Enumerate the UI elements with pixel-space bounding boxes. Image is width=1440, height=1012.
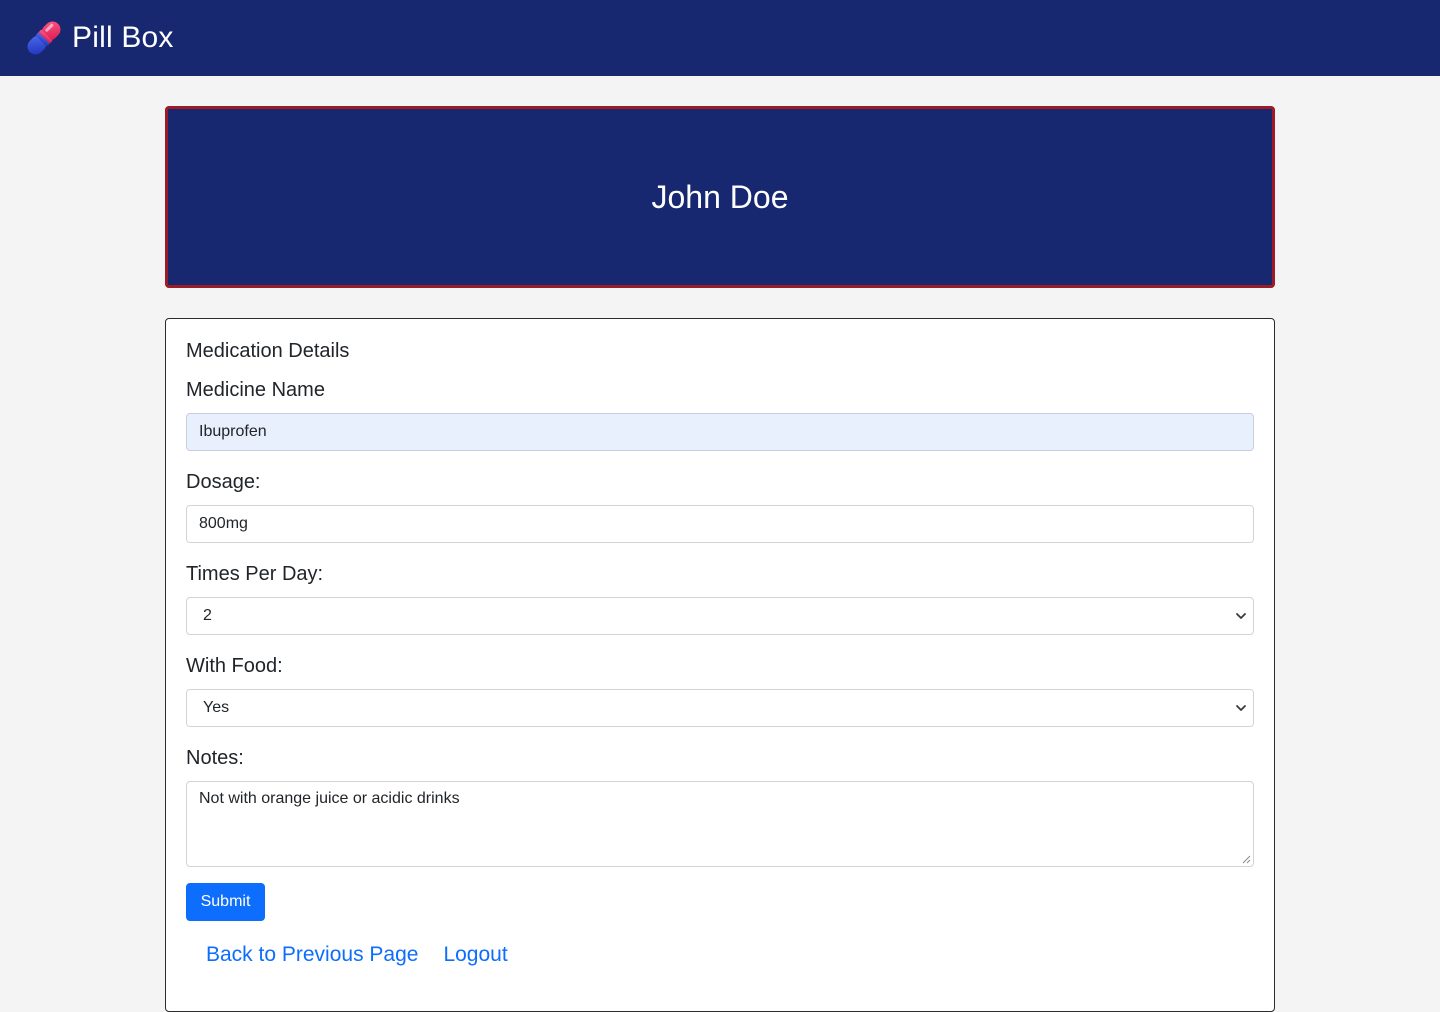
medicine-name-label: Medicine Name — [186, 379, 325, 401]
back-link[interactable]: Back to Previous Page — [206, 943, 418, 967]
navbar: Pill Box — [0, 0, 1440, 76]
medicine-name-input[interactable]: Ibuprofen — [186, 413, 1254, 451]
notes-value: Not with orange juice or acidic drinks — [199, 790, 460, 807]
pill-capsule-icon — [27, 21, 61, 55]
dosage-value: 800mg — [199, 515, 248, 532]
medication-form-card: Medication Details Medicine Name Ibuprof… — [165, 318, 1275, 1012]
times-per-day-value: 2 — [203, 607, 212, 624]
chevron-down-icon — [1236, 705, 1246, 711]
dosage-label: Dosage: — [186, 471, 261, 493]
times-per-day-select[interactable]: 2 — [186, 597, 1254, 635]
resize-handle-icon[interactable] — [1242, 855, 1251, 864]
with-food-select[interactable]: Yes — [186, 689, 1254, 727]
footer-links: Back to Previous Page Logout — [206, 943, 508, 967]
brand-link[interactable]: Pill Box — [24, 16, 174, 60]
logout-link[interactable]: Logout — [443, 943, 507, 967]
form-heading: Medication Details — [186, 340, 350, 362]
brand-name: Pill Box — [72, 21, 174, 54]
times-per-day-label: Times Per Day: — [186, 563, 324, 585]
dosage-input[interactable]: 800mg — [186, 505, 1254, 543]
patient-name: John Doe — [651, 178, 789, 215]
with-food-label: With Food: — [186, 655, 283, 677]
chevron-down-icon — [1236, 613, 1246, 619]
patient-banner: John Doe — [165, 106, 1275, 288]
medicine-name-value: Ibuprofen — [199, 423, 267, 440]
notes-label: Notes: — [186, 747, 244, 769]
submit-button[interactable]: Submit — [186, 883, 265, 921]
with-food-value: Yes — [203, 699, 230, 716]
notes-textarea[interactable]: Not with orange juice or acidic drinks — [186, 781, 1254, 867]
